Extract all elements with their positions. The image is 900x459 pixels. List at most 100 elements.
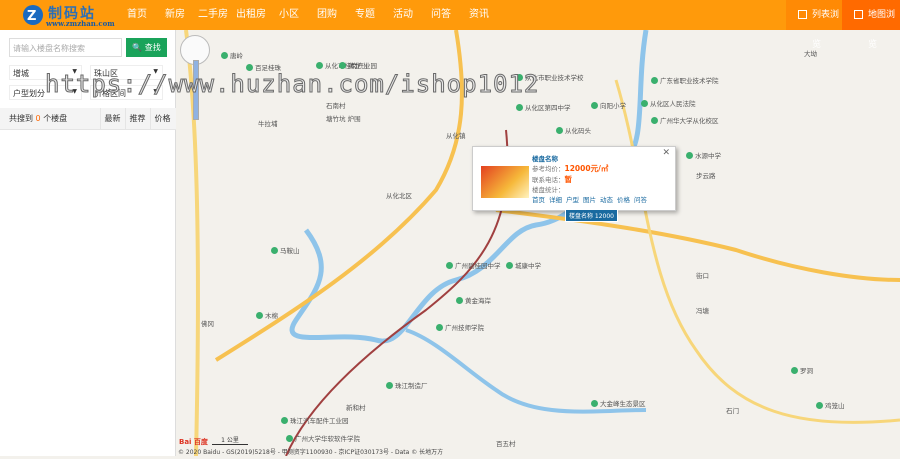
map-zoom-slider[interactable] — [193, 60, 199, 120]
chevron-down-icon: ▼ — [72, 68, 77, 75]
map-label: 从化镇 — [446, 132, 466, 140]
search-button-label: 查找 — [144, 43, 161, 52]
sidebar: 请输入楼盘名称搜索 🔍 查找 增城 ▼ 珠山区 ▼ 户型划分 ▼ 价格区间 ▼ 共搜到 … — [0, 30, 176, 456]
map-poi[interactable]: 从化市职业技术学校 — [516, 72, 584, 82]
results-bar: 共搜到 0 个楼盘 最新 推荐 价格 — [0, 108, 176, 130]
nav-community[interactable]: 小区 — [270, 0, 308, 30]
count-value: 0 — [35, 114, 41, 123]
link-photos[interactable]: 图片 — [583, 196, 596, 204]
map-poi[interactable]: 黄龙山 — [339, 60, 368, 70]
nav-rent[interactable]: 出租房 — [232, 0, 270, 30]
chevron-down-icon: ▼ — [72, 88, 77, 95]
link-news[interactable]: 动态 — [600, 196, 613, 204]
nav-news[interactable]: 资讯 — [460, 0, 498, 30]
map-poi[interactable]: 广州大学华软软件学院 — [286, 433, 360, 443]
property-thumbnail[interactable] — [481, 166, 529, 198]
close-icon[interactable]: ✕ — [662, 148, 670, 158]
map-poi[interactable]: 唐岭 — [221, 50, 243, 60]
link-qa[interactable]: 问答 — [634, 196, 647, 204]
map-poi[interactable]: 广州技师学院 — [436, 322, 484, 332]
nav-second-hand[interactable]: 二手房 — [194, 0, 232, 30]
phone-value: 暂 — [564, 175, 573, 184]
link-price[interactable]: 价格 — [617, 196, 630, 204]
sort-newest[interactable]: 最新 — [100, 108, 124, 130]
select-value: 增城 — [13, 69, 29, 78]
property-stats-label: 楼盘统计： — [532, 186, 565, 194]
logo[interactable]: Z 制码站 www.zmzhan.com — [22, 3, 115, 28]
map-poi[interactable]: 木棉 — [256, 310, 278, 320]
map-poi[interactable]: 罗洞 — [791, 365, 813, 375]
map-label: 步云路 — [696, 172, 716, 180]
map-label: 大坳 — [804, 50, 817, 58]
phone-label: 联系电话： — [532, 176, 565, 184]
property-marker[interactable]: 楼盘名称 12000 — [565, 209, 618, 222]
list-view-button[interactable]: 列表浏览 — [786, 0, 842, 50]
select-value: 珠山区 — [94, 69, 118, 78]
nav-new-house[interactable]: 新房 — [156, 0, 194, 30]
chevron-down-icon: ▼ — [153, 68, 158, 75]
map-poi[interactable]: 广州华大学从化校区 — [651, 115, 719, 125]
map-label: 冯塘 — [696, 307, 709, 315]
link-detail[interactable]: 详细 — [549, 196, 562, 204]
nav-group-buy[interactable]: 团购 — [308, 0, 346, 30]
map-label: 街口 — [696, 272, 709, 280]
map-label: 石南村 — [326, 102, 346, 110]
map-copyright: © 2020 Baidu - GS(2019)5218号 - 甲测资字11009… — [178, 449, 444, 456]
result-count: 共搜到 0 个楼盘 — [9, 108, 67, 130]
count-suffix: 个楼盘 — [43, 114, 68, 123]
map-poi[interactable]: 马鞍山 — [271, 245, 300, 255]
map-label: 佛冈 — [201, 320, 214, 328]
link-layout[interactable]: 户型 — [566, 196, 579, 204]
layout-select[interactable]: 户型划分 ▼ — [9, 85, 82, 100]
map-poi[interactable]: 珠江制造厂 — [386, 380, 428, 390]
count-prefix: 共搜到 — [9, 114, 33, 123]
logo-icon: Z — [23, 5, 43, 25]
map-poi[interactable]: 从化区第四中学 — [516, 102, 571, 112]
map-label: 新和村 — [346, 404, 366, 412]
header: Z 制码站 www.zmzhan.com 首页 新房 二手房 出租房 小区 团购… — [0, 0, 900, 50]
map-label: 塘竹坑 炉围 — [326, 115, 361, 123]
main-nav: 首页 新房 二手房 出租房 小区 团购 专题 活动 问答 资讯 — [118, 0, 498, 30]
map-label: 石门 — [726, 407, 739, 415]
map-scale: 1 公里 — [212, 435, 248, 445]
nav-home[interactable]: 首页 — [118, 0, 156, 30]
price-select[interactable]: 价格区间 ▼ — [90, 85, 163, 100]
map-view-button[interactable]: 地图浏览 — [842, 0, 900, 50]
map-poi[interactable]: 黄金海岸 — [456, 295, 491, 305]
area-select[interactable]: 珠山区 ▼ — [90, 65, 163, 80]
select-value: 价格区间 — [94, 89, 126, 98]
price-label: 参考均价： — [532, 165, 565, 173]
map-poi[interactable]: 广东省职业技术学院 — [651, 75, 719, 85]
map-poi[interactable]: 从化区人民法院 — [641, 98, 696, 108]
logo-url: www.zmzhan.com — [46, 19, 115, 28]
price-value: 12000元/㎡ — [564, 164, 609, 173]
map-poi[interactable]: 鸡笼山 — [816, 400, 845, 410]
map-label: 百五村 — [496, 440, 516, 448]
property-name[interactable]: 楼盘名称 — [532, 153, 558, 163]
link-home[interactable]: 首页 — [532, 196, 545, 204]
property-price: 参考均价：12000元/㎡ — [532, 163, 608, 174]
sort-price[interactable]: 价格 — [150, 108, 174, 130]
map-poi[interactable]: 大金峰生态景区 — [591, 398, 646, 408]
search-input[interactable]: 请输入楼盘名称搜索 — [9, 38, 122, 57]
nav-events[interactable]: 活动 — [384, 0, 422, 30]
map-poi[interactable]: 城康中学 — [506, 260, 541, 270]
map-label: 从化北区 — [386, 192, 412, 200]
search-button[interactable]: 🔍 查找 — [126, 38, 167, 57]
map-poi[interactable]: 百足桂珠 — [246, 62, 281, 72]
district-select[interactable]: 增城 ▼ — [9, 65, 82, 80]
select-value: 户型划分 — [13, 89, 45, 98]
map-roads — [184, 29, 900, 457]
map-poi[interactable]: 从化码头 — [556, 125, 591, 135]
map-poi[interactable]: 广州碧桂园中学 — [446, 260, 501, 270]
map-poi[interactable]: 水源中学 — [686, 150, 721, 160]
map-poi[interactable]: 向阳小学 — [591, 100, 626, 110]
chevron-down-icon: ▼ — [153, 88, 158, 95]
map-poi[interactable]: 珠江汽车配件工业园 — [281, 415, 349, 425]
list-icon — [798, 10, 807, 19]
nav-topics[interactable]: 专题 — [346, 0, 384, 30]
nav-qa[interactable]: 问答 — [422, 0, 460, 30]
map-label: 牛拉埔 — [258, 120, 278, 128]
sort-recommended[interactable]: 推荐 — [125, 108, 149, 130]
map-canvas[interactable]: 从化市桂岗产业园 从化市职业技术学校 广东省职业技术学院 从化区人民法院 从化区… — [176, 29, 900, 457]
